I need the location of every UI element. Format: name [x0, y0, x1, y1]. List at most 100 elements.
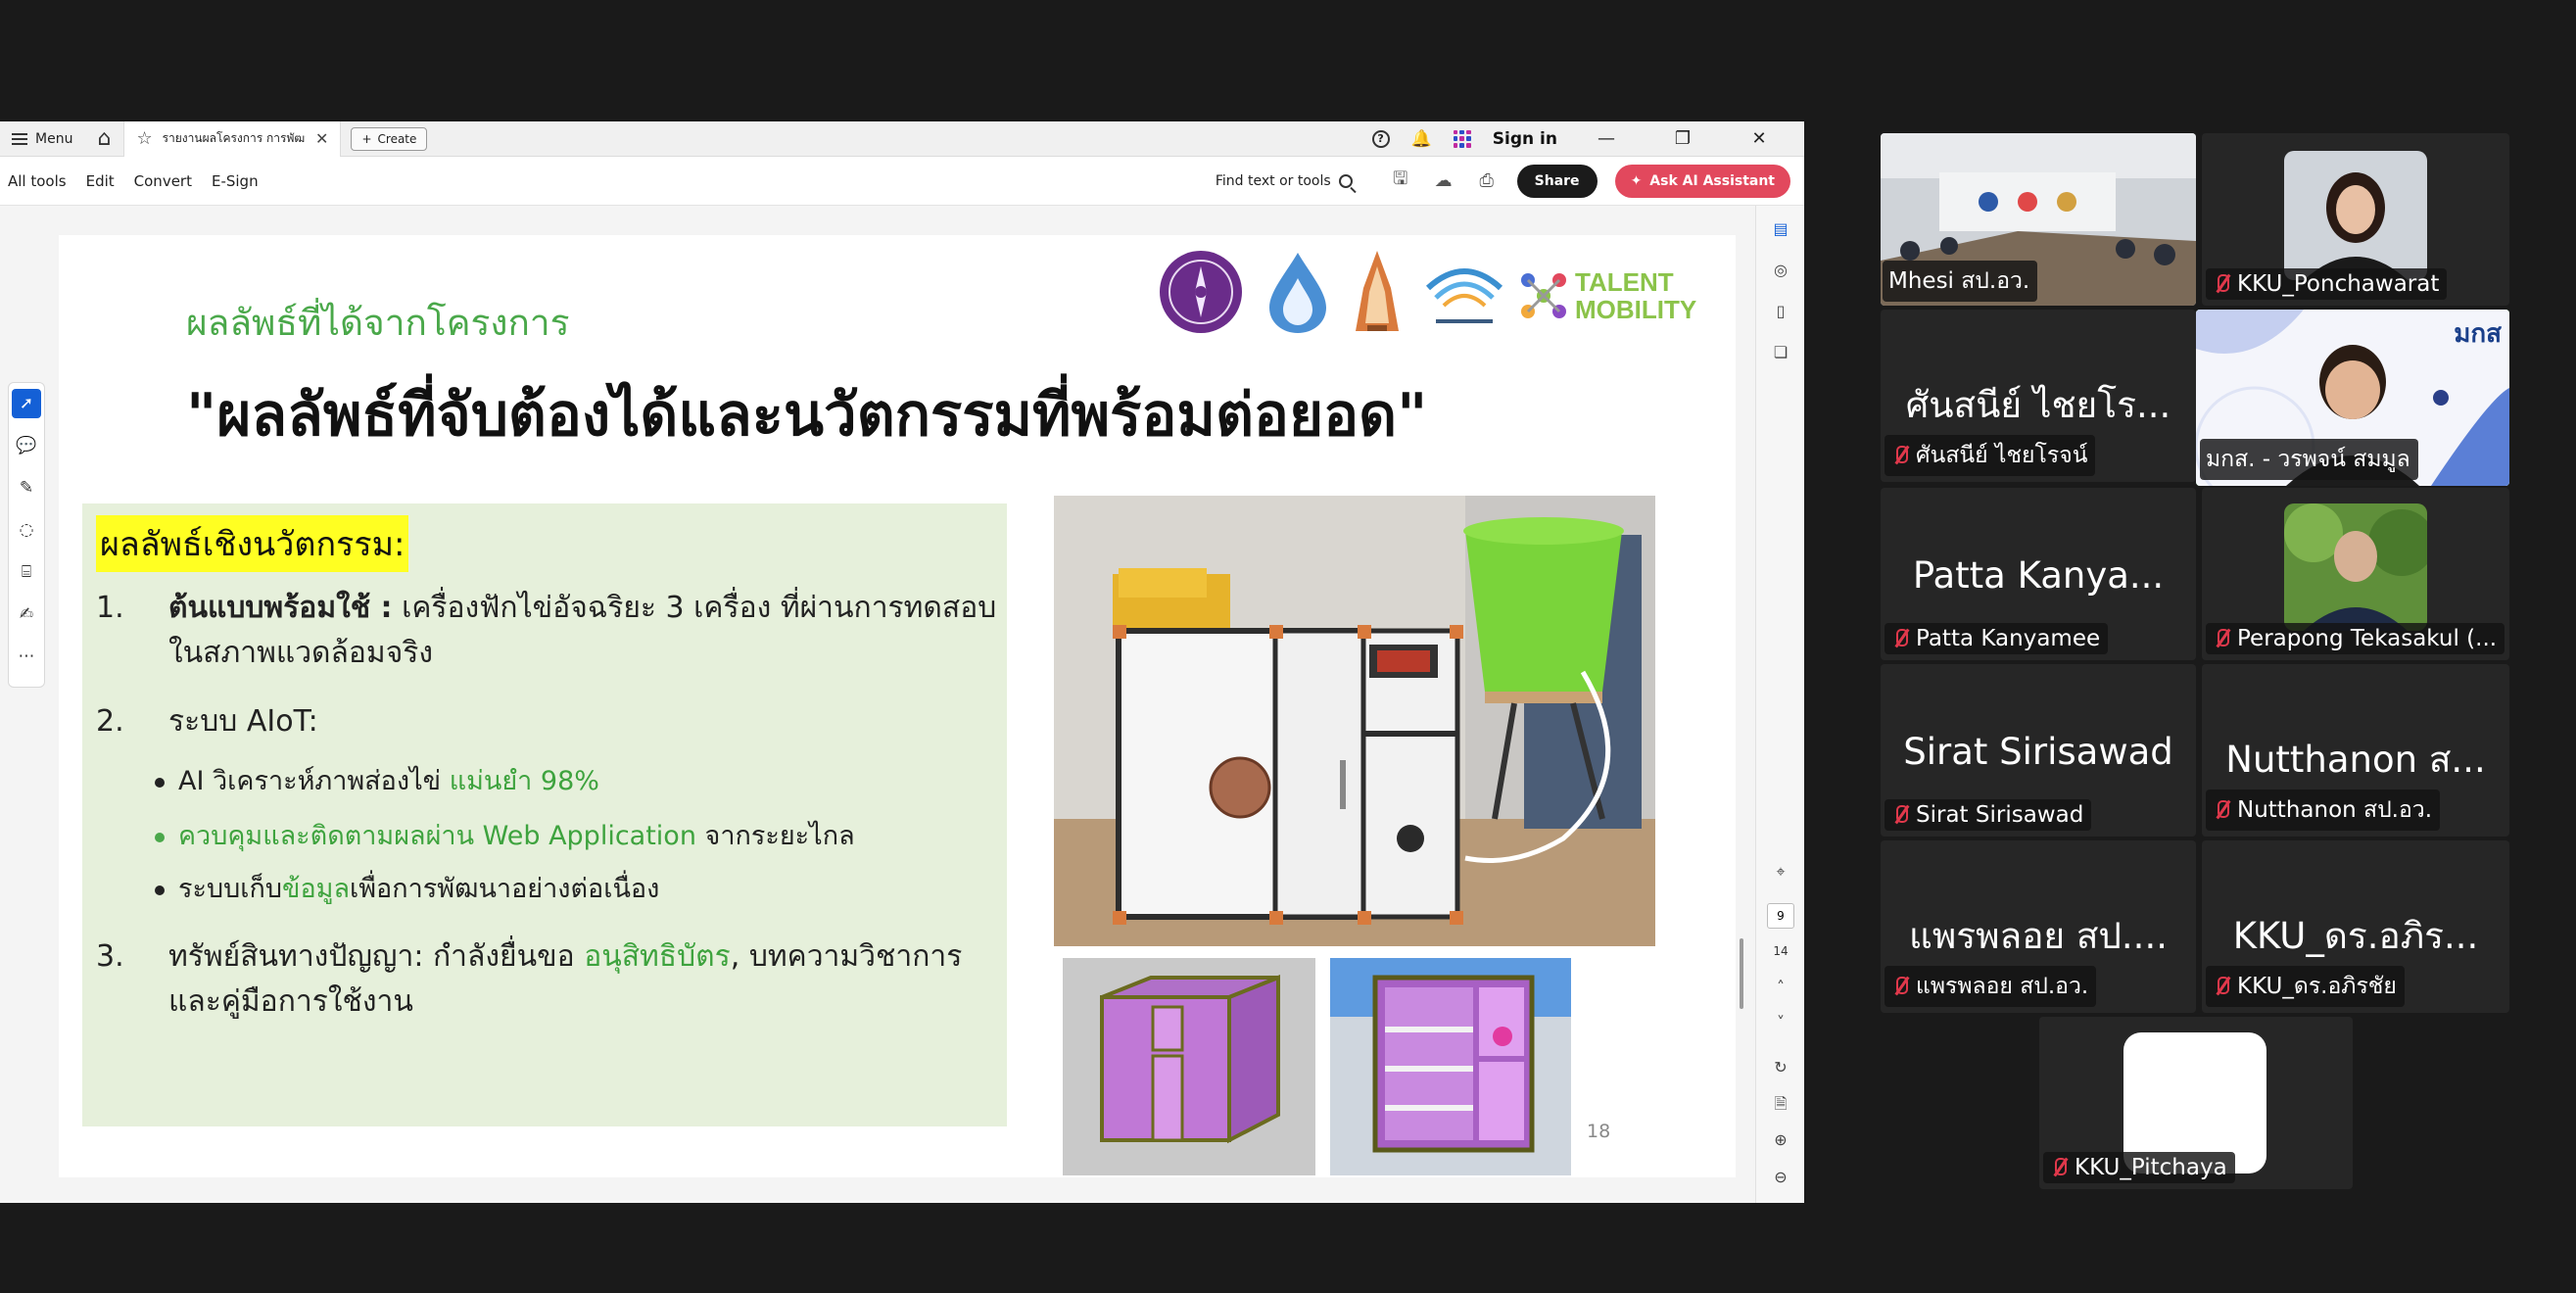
menu-label: Menu [35, 130, 73, 147]
muted-mic-icon [1890, 444, 1910, 467]
home-icon[interactable]: ⌂ [84, 121, 123, 157]
ai-summary-icon[interactable]: ▤ [1756, 219, 1804, 238]
more-tools-icon[interactable]: ⋯ [12, 642, 41, 671]
participant-big-name: Nutthanon ส... [2225, 739, 2486, 781]
fill-sign-icon[interactable]: ✍ [12, 599, 41, 629]
innovation-results-box: ผลลัพธ์เชิงนวัตกรรม: 1. ต้นแบบพร้อมใช้ :… [82, 503, 1007, 1126]
bookmark-icon[interactable]: ▯ [1756, 302, 1804, 320]
find-text-or-tools[interactable]: Find text or tools [1216, 173, 1353, 189]
list-number: 3. [96, 939, 124, 974]
current-page-input[interactable]: 9 [1767, 903, 1794, 929]
comments-panel-icon[interactable]: ◎ [1756, 261, 1804, 279]
pen-icon[interactable]: ✎ [12, 473, 41, 503]
document-area[interactable]: TALENT MOBILITY ผลลัพธ์ที่ได้จากโครงการ "… [0, 206, 1755, 1203]
list-item-bold: ต้นแบบพร้อมใช้ : [168, 591, 393, 625]
participant-name: Perapong Tekasakul (... [2206, 623, 2505, 654]
zoom-in-icon[interactable]: ⊕ [1756, 1130, 1804, 1149]
cloud-upload-icon[interactable]: ☁ [1431, 170, 1456, 191]
participant-tile-praeploy[interactable]: แพรพลอย สป.... แพรพลอย สป.อว. [1881, 840, 2196, 1013]
incubator-render-interior [1330, 958, 1571, 1175]
participant-name: KKU_Ponchawarat [2206, 268, 2448, 300]
participant-name: KKU_Pitchaya [2043, 1152, 2235, 1183]
refresh-icon[interactable]: ↻ [1756, 1058, 1804, 1077]
list-number: 1. [96, 591, 124, 625]
list-item-text: ระบบ AIoT: [168, 704, 318, 739]
list-number: 2. [96, 704, 124, 739]
vertical-scrollbar[interactable] [1740, 938, 1743, 1009]
participant-name: KKU_ดร.อภิรชัย [2206, 966, 2405, 1007]
temple-emblem-logo [1356, 251, 1399, 331]
participant-name: Nutthanon สป.อว. [2206, 790, 2441, 831]
tool-tab-all-tools[interactable]: All tools [0, 172, 76, 190]
select-cursor-icon[interactable]: ➚ [12, 389, 41, 418]
university-seal-logo [1160, 251, 1242, 333]
close-tab-icon[interactable]: ✕ [315, 129, 328, 148]
slide-title: "ผลลัพธ์ที่จับต้องได้และนวัตกรรมที่พร้อม… [186, 381, 1428, 450]
participant-name: มกส. - วรพจน์ สมมูล [2200, 439, 2418, 480]
slide-page: TALENT MOBILITY ผลลัพธ์ที่ได้จากโครงการ "… [59, 235, 1736, 1177]
print-icon[interactable]: ⎙ [1474, 170, 1500, 191]
restore-icon[interactable]: ❐ [1655, 128, 1710, 149]
blue-drop-logo [1269, 253, 1326, 333]
participant-tile-mhesi[interactable]: Mhesi สป.อว. [1881, 133, 2196, 306]
close-window-icon[interactable]: ✕ [1732, 128, 1787, 149]
pages-icon[interactable]: ❏ [1756, 343, 1804, 361]
share-button[interactable]: Share [1516, 164, 1598, 198]
find-label: Find text or tools [1215, 172, 1331, 189]
innovation-heading: ผลลัพธ์เชิงนวัตกรรม: [96, 515, 409, 572]
muted-mic-icon [1890, 627, 1910, 650]
toolbar: All tools Edit Convert E-Sign Find text … [0, 157, 1804, 206]
text-select-icon[interactable]: ⌸ [12, 557, 41, 587]
apps-grid-icon[interactable] [1453, 129, 1471, 148]
tool-tab-esign[interactable]: E-Sign [202, 172, 268, 190]
page-down-icon[interactable]: ˅ [1756, 1013, 1804, 1031]
save-copy-icon[interactable]: 🗎 [1756, 1093, 1804, 1120]
participant-tile-ponchawarat[interactable]: KKU_Ponchawarat [2202, 133, 2509, 306]
participant-name: Mhesi สป.อว. [1883, 261, 2038, 302]
menu-button[interactable]: Menu [0, 121, 84, 157]
participant-tile-nutthanon[interactable]: Nutthanon ส... Nutthanon สป.อว. [2202, 664, 2509, 837]
star-icon[interactable]: ☆ [136, 128, 152, 149]
zoom-out-icon[interactable]: ⊖ [1756, 1168, 1804, 1186]
bell-icon[interactable]: 🔔 [1411, 129, 1432, 149]
fit-page-icon[interactable]: ⌖ [1756, 862, 1804, 882]
participant-tile-apirachai[interactable]: KKU_ดร.อภิร... KKU_ดร.อภิรชัย [2202, 840, 2509, 1013]
document-tab[interactable]: ☆ รายงานผลโครงการ การพัฒนา... ✕ [123, 121, 342, 157]
participant-tile-sansanee[interactable]: ศันสนีย์ ไชยโร... ศันสนีย์ ไชยโรจน์ [1881, 310, 2196, 482]
slide-page-number: 18 [1587, 1121, 1611, 1142]
participant-name: แพรพลอย สป.อว. [1884, 966, 2097, 1007]
total-pages: 14 [1773, 944, 1789, 958]
participant-tile-worapot-active-speaker[interactable]: มกส มกส. - วรพจน์ สมมูล [2196, 310, 2509, 486]
save-icon[interactable]: 🖫 [1388, 167, 1413, 196]
mkos-logo: มกส [2454, 319, 2502, 349]
participant-name: ศันสนีย์ ไชยโรจน์ [1884, 435, 2096, 476]
talent-mobility-wordmark: TALENT MOBILITY [1575, 267, 1697, 324]
title-bar: Menu ⌂ ☆ รายงานผลโครงการ การพัฒนา... ✕ +… [0, 121, 1804, 157]
tool-tab-convert[interactable]: Convert [124, 172, 202, 190]
right-side-rail: ▤ ◎ ▯ ❏ ⌖ 9 14 ˄ ˅ ↻ 🗎 ⊕ ⊖ [1755, 206, 1804, 1203]
participant-tile-patta[interactable]: Patta Kanya... Patta Kanyamee [1881, 488, 2196, 660]
participant-photo-man [2284, 503, 2427, 631]
document-tab-title: รายงานผลโครงการ การพัฒนา... [162, 131, 306, 145]
tool-tab-edit[interactable]: Edit [76, 172, 124, 190]
comment-icon[interactable]: 💬 [12, 431, 41, 460]
search-icon [1338, 173, 1353, 188]
help-icon[interactable]: ? [1371, 129, 1390, 148]
participant-big-name: Patta Kanya... [1912, 554, 2165, 597]
sign-in-button[interactable]: Sign in [1493, 129, 1557, 149]
participant-big-name: ศันสนีย์ ไชยโร... [1905, 384, 2171, 426]
science-park-logo [1425, 268, 1503, 323]
muted-mic-icon [1890, 803, 1910, 827]
participant-tile-sirat[interactable]: Sirat Sirisawad Sirat Sirisawad [1881, 664, 2196, 837]
slide-subtitle: ผลลัพธ์ที่ได้จากโครงการ [186, 302, 570, 344]
ai-label: Ask AI Assistant [1649, 172, 1775, 189]
muted-mic-icon [2212, 975, 2231, 998]
talent-people-icon [1521, 273, 1566, 318]
page-up-icon[interactable]: ˄ [1756, 978, 1804, 996]
ask-ai-assistant-button[interactable]: ✦ Ask AI Assistant [1614, 164, 1790, 198]
participant-tile-perapong[interactable]: Perapong Tekasakul (... [2202, 488, 2509, 660]
participant-tile-pitchaya[interactable]: KKU_Pitchaya [2039, 1017, 2353, 1189]
minimize-icon[interactable]: — [1579, 128, 1634, 149]
lasso-icon[interactable]: ◌ [12, 515, 41, 545]
create-button[interactable]: + Create [351, 126, 428, 151]
